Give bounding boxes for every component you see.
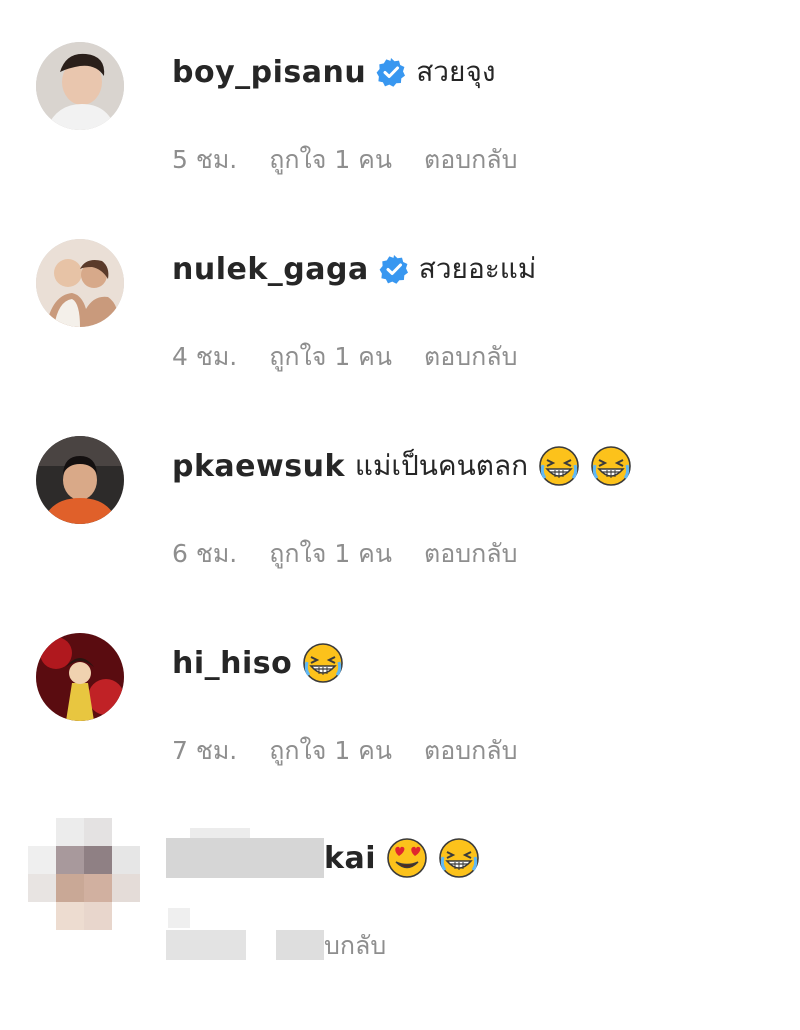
comment-item: boy_pisanu สวยจุง 5 ชม. ถูกใจ 1 คน ตอบกล… xyxy=(0,0,800,190)
timestamp[interactable]: 7 ชม. xyxy=(172,731,237,771)
likes-count[interactable]: ถูกใจ 1 คน xyxy=(269,140,392,180)
username-partial[interactable]: kai xyxy=(324,841,376,876)
comment-meta: 4 ชม. ถูกใจ 1 คน ตอบกลับ xyxy=(172,337,549,377)
grinning-squinting-face-icon xyxy=(538,445,580,487)
avatar[interactable] xyxy=(36,42,124,130)
grinning-squinting-face-icon xyxy=(438,837,480,879)
heart-eyes-face-icon xyxy=(386,837,428,879)
comment-meta: 7 ชม. ถูกใจ 1 คน ตอบกลับ xyxy=(172,731,549,771)
username[interactable]: pkaewsuk xyxy=(172,449,345,484)
reply-button[interactable]: ตอบกลับ xyxy=(424,534,517,574)
blurred-avatar[interactable] xyxy=(28,818,140,930)
timestamp[interactable]: 6 ชม. xyxy=(172,534,237,574)
likes-count[interactable]: ถูกใจ 1 คน xyxy=(269,534,392,574)
avatar[interactable] xyxy=(36,436,124,524)
timestamp[interactable]: 5 ชม. xyxy=(172,140,237,180)
blurred-username-block xyxy=(166,838,324,878)
grinning-squinting-face-icon xyxy=(302,642,344,684)
likes-count[interactable]: ถูกใจ 1 คน xyxy=(269,731,392,771)
username[interactable]: hi_hiso xyxy=(172,646,292,681)
username[interactable]: boy_pisanu xyxy=(172,55,366,90)
reply-button[interactable]: ตอบกลับ xyxy=(424,731,517,771)
verified-badge-icon xyxy=(379,254,409,284)
comment-text: สวยจุง xyxy=(416,55,496,88)
comment-meta: 5 ชม. ถูกใจ 1 คน ตอบกลับ xyxy=(172,140,549,180)
avatar[interactable] xyxy=(36,239,124,327)
blurred-timestamp-block xyxy=(166,930,246,960)
comment-text: แม่เป็นคนตลก xyxy=(354,449,529,482)
reply-button-partial[interactable]: บกลับ xyxy=(324,926,386,966)
blurred-meta-block xyxy=(168,908,190,928)
comment-item: nulek_gaga สวยอะแม่ 4 ชม. ถูกใจ 1 คน ตอบ… xyxy=(0,197,800,387)
comment-meta: 6 ชม. ถูกใจ 1 คน ตอบกลับ xyxy=(172,534,549,574)
username[interactable]: nulek_gaga xyxy=(172,252,369,287)
reply-button[interactable]: ตอบกลับ xyxy=(424,140,517,180)
avatar[interactable] xyxy=(36,633,124,721)
comment-text: สวยอะแม่ xyxy=(418,252,537,285)
likes-count[interactable]: ถูกใจ 1 คน xyxy=(269,337,392,377)
comment-item: pkaewsuk แม่เป็นคนตลก 6 ชม. ถูกใจ 1 คน ต… xyxy=(0,394,800,584)
reply-button[interactable]: ตอบกลับ xyxy=(424,337,517,377)
comment-item: hi_hiso 7 ชม. ถูกใจ 1 คน ตอบกลับ xyxy=(0,591,800,781)
grinning-squinting-face-icon xyxy=(590,445,632,487)
timestamp[interactable]: 4 ชม. xyxy=(172,337,237,377)
verified-badge-icon xyxy=(376,57,406,87)
comment-list: boy_pisanu สวยจุง 5 ชม. ถูกใจ 1 คน ตอบกล… xyxy=(0,0,800,1030)
blurred-likes-block xyxy=(276,930,324,960)
